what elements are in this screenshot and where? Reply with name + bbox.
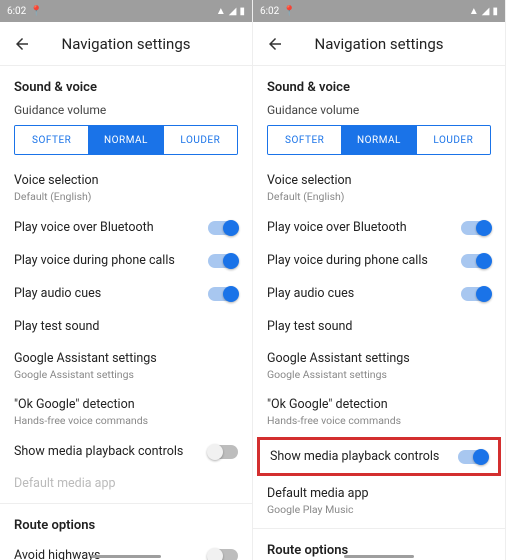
- label-show-media: Show media playback controls: [14, 444, 183, 459]
- app-bar: Navigation settings: [0, 22, 252, 66]
- row-test-sound[interactable]: Play test sound: [0, 310, 252, 343]
- default-media-sub: Google Play Music: [267, 503, 354, 516]
- volume-softer[interactable]: SOFTER: [15, 126, 89, 154]
- volume-segmented: SOFTER NORMAL LOUDER: [267, 125, 491, 155]
- volume-louder[interactable]: LOUDER: [417, 126, 490, 154]
- voice-selection-title: Voice selection: [14, 173, 99, 188]
- assistant-sub: Google Assistant settings: [14, 368, 134, 381]
- status-bar: 6:02 📍 ▲ ◢ ▮: [0, 0, 252, 22]
- row-test-sound[interactable]: Play test sound: [253, 310, 505, 343]
- label-guidance-volume: Guidance volume: [253, 101, 505, 123]
- phone-left: 6:02 📍 ▲ ◢ ▮ Navigation settings Sound &…: [0, 0, 253, 560]
- section-sound-voice: Sound & voice: [0, 70, 252, 101]
- nav-bar: [253, 550, 505, 560]
- row-ok-google[interactable]: "Ok Google" detection Hands-free voice c…: [253, 389, 505, 435]
- location-icon: 📍: [283, 6, 295, 17]
- row-default-media: Default media app: [0, 468, 252, 499]
- row-voice-selection[interactable]: Voice selection Default (English): [0, 165, 252, 211]
- row-audio-cues[interactable]: Play audio cues: [253, 277, 505, 310]
- volume-normal[interactable]: NORMAL: [89, 126, 163, 154]
- row-bluetooth[interactable]: Play voice over Bluetooth: [253, 211, 505, 244]
- row-show-media[interactable]: Show media playback controls: [260, 440, 498, 473]
- wifi-icon: ▲: [216, 6, 226, 17]
- default-media-title: Default media app: [267, 486, 369, 501]
- label-guidance-volume: Guidance volume: [0, 101, 252, 123]
- status-bar: 6:02 📍 ▲ ◢ ▮: [253, 0, 505, 22]
- row-phone-calls[interactable]: Play voice during phone calls: [253, 244, 505, 277]
- nav-bar: [0, 550, 252, 560]
- ok-google-sub: Hands-free voice commands: [267, 414, 401, 427]
- signal-icon: ◢: [229, 6, 237, 17]
- label-show-media: Show media playback controls: [270, 449, 439, 464]
- page-title: Navigation settings: [12, 35, 240, 53]
- label-test-sound: Play test sound: [267, 319, 352, 334]
- switch-show-media[interactable]: [458, 450, 488, 464]
- label-phone-calls: Play voice during phone calls: [267, 253, 428, 268]
- row-bluetooth[interactable]: Play voice over Bluetooth: [0, 211, 252, 244]
- location-icon: 📍: [30, 6, 42, 17]
- voice-selection-value: Default (English): [14, 190, 91, 203]
- row-assistant[interactable]: Google Assistant settings Google Assista…: [253, 343, 505, 389]
- status-time: 6:02: [7, 6, 26, 17]
- row-default-media[interactable]: Default media app Google Play Music: [253, 478, 505, 524]
- assistant-title: Google Assistant settings: [267, 351, 410, 366]
- volume-louder[interactable]: LOUDER: [164, 126, 237, 154]
- row-assistant[interactable]: Google Assistant settings Google Assista…: [0, 343, 252, 389]
- ok-google-sub: Hands-free voice commands: [14, 414, 148, 427]
- switch-show-media[interactable]: [208, 445, 238, 459]
- default-media-title: Default media app: [14, 476, 116, 491]
- divider: [0, 503, 252, 504]
- row-phone-calls[interactable]: Play voice during phone calls: [0, 244, 252, 277]
- section-sound-voice: Sound & voice: [253, 70, 505, 101]
- row-ok-google[interactable]: "Ok Google" detection Hands-free voice c…: [0, 389, 252, 435]
- label-phone-calls: Play voice during phone calls: [14, 253, 175, 268]
- label-audio-cues: Play audio cues: [267, 286, 354, 301]
- section-route-options: Route options: [0, 508, 252, 539]
- switch-phone-calls[interactable]: [208, 254, 238, 268]
- phone-right: 6:02 📍 ▲ ◢ ▮ Navigation settings Sound &…: [253, 0, 506, 560]
- page-title: Navigation settings: [265, 35, 493, 53]
- voice-selection-title: Voice selection: [267, 173, 352, 188]
- assistant-sub: Google Assistant settings: [267, 368, 387, 381]
- label-test-sound: Play test sound: [14, 319, 99, 334]
- row-audio-cues[interactable]: Play audio cues: [0, 277, 252, 310]
- battery-icon: ▮: [492, 6, 498, 17]
- label-bluetooth: Play voice over Bluetooth: [14, 220, 154, 235]
- label-bluetooth: Play voice over Bluetooth: [267, 220, 407, 235]
- volume-softer[interactable]: SOFTER: [268, 126, 342, 154]
- battery-icon: ▮: [239, 6, 245, 17]
- row-show-media[interactable]: Show media playback controls: [0, 435, 252, 468]
- assistant-title: Google Assistant settings: [14, 351, 157, 366]
- row-voice-selection[interactable]: Voice selection Default (English): [253, 165, 505, 211]
- content-right: Sound & voice Guidance volume SOFTER NOR…: [253, 66, 505, 560]
- app-bar: Navigation settings: [253, 22, 505, 66]
- ok-google-title: "Ok Google" detection: [267, 397, 388, 412]
- status-time: 6:02: [260, 6, 279, 17]
- divider: [253, 528, 505, 529]
- switch-bluetooth[interactable]: [208, 221, 238, 235]
- switch-audio-cues[interactable]: [461, 287, 491, 301]
- switch-bluetooth[interactable]: [461, 221, 491, 235]
- label-audio-cues: Play audio cues: [14, 286, 101, 301]
- switch-phone-calls[interactable]: [461, 254, 491, 268]
- volume-segmented: SOFTER NORMAL LOUDER: [14, 125, 238, 155]
- highlight-show-media: Show media playback controls: [257, 437, 501, 476]
- ok-google-title: "Ok Google" detection: [14, 397, 135, 412]
- switch-audio-cues[interactable]: [208, 287, 238, 301]
- wifi-icon: ▲: [469, 6, 479, 17]
- volume-normal[interactable]: NORMAL: [342, 126, 416, 154]
- content-left: Sound & voice Guidance volume SOFTER NOR…: [0, 66, 252, 560]
- signal-icon: ◢: [482, 6, 490, 17]
- voice-selection-value: Default (English): [267, 190, 344, 203]
